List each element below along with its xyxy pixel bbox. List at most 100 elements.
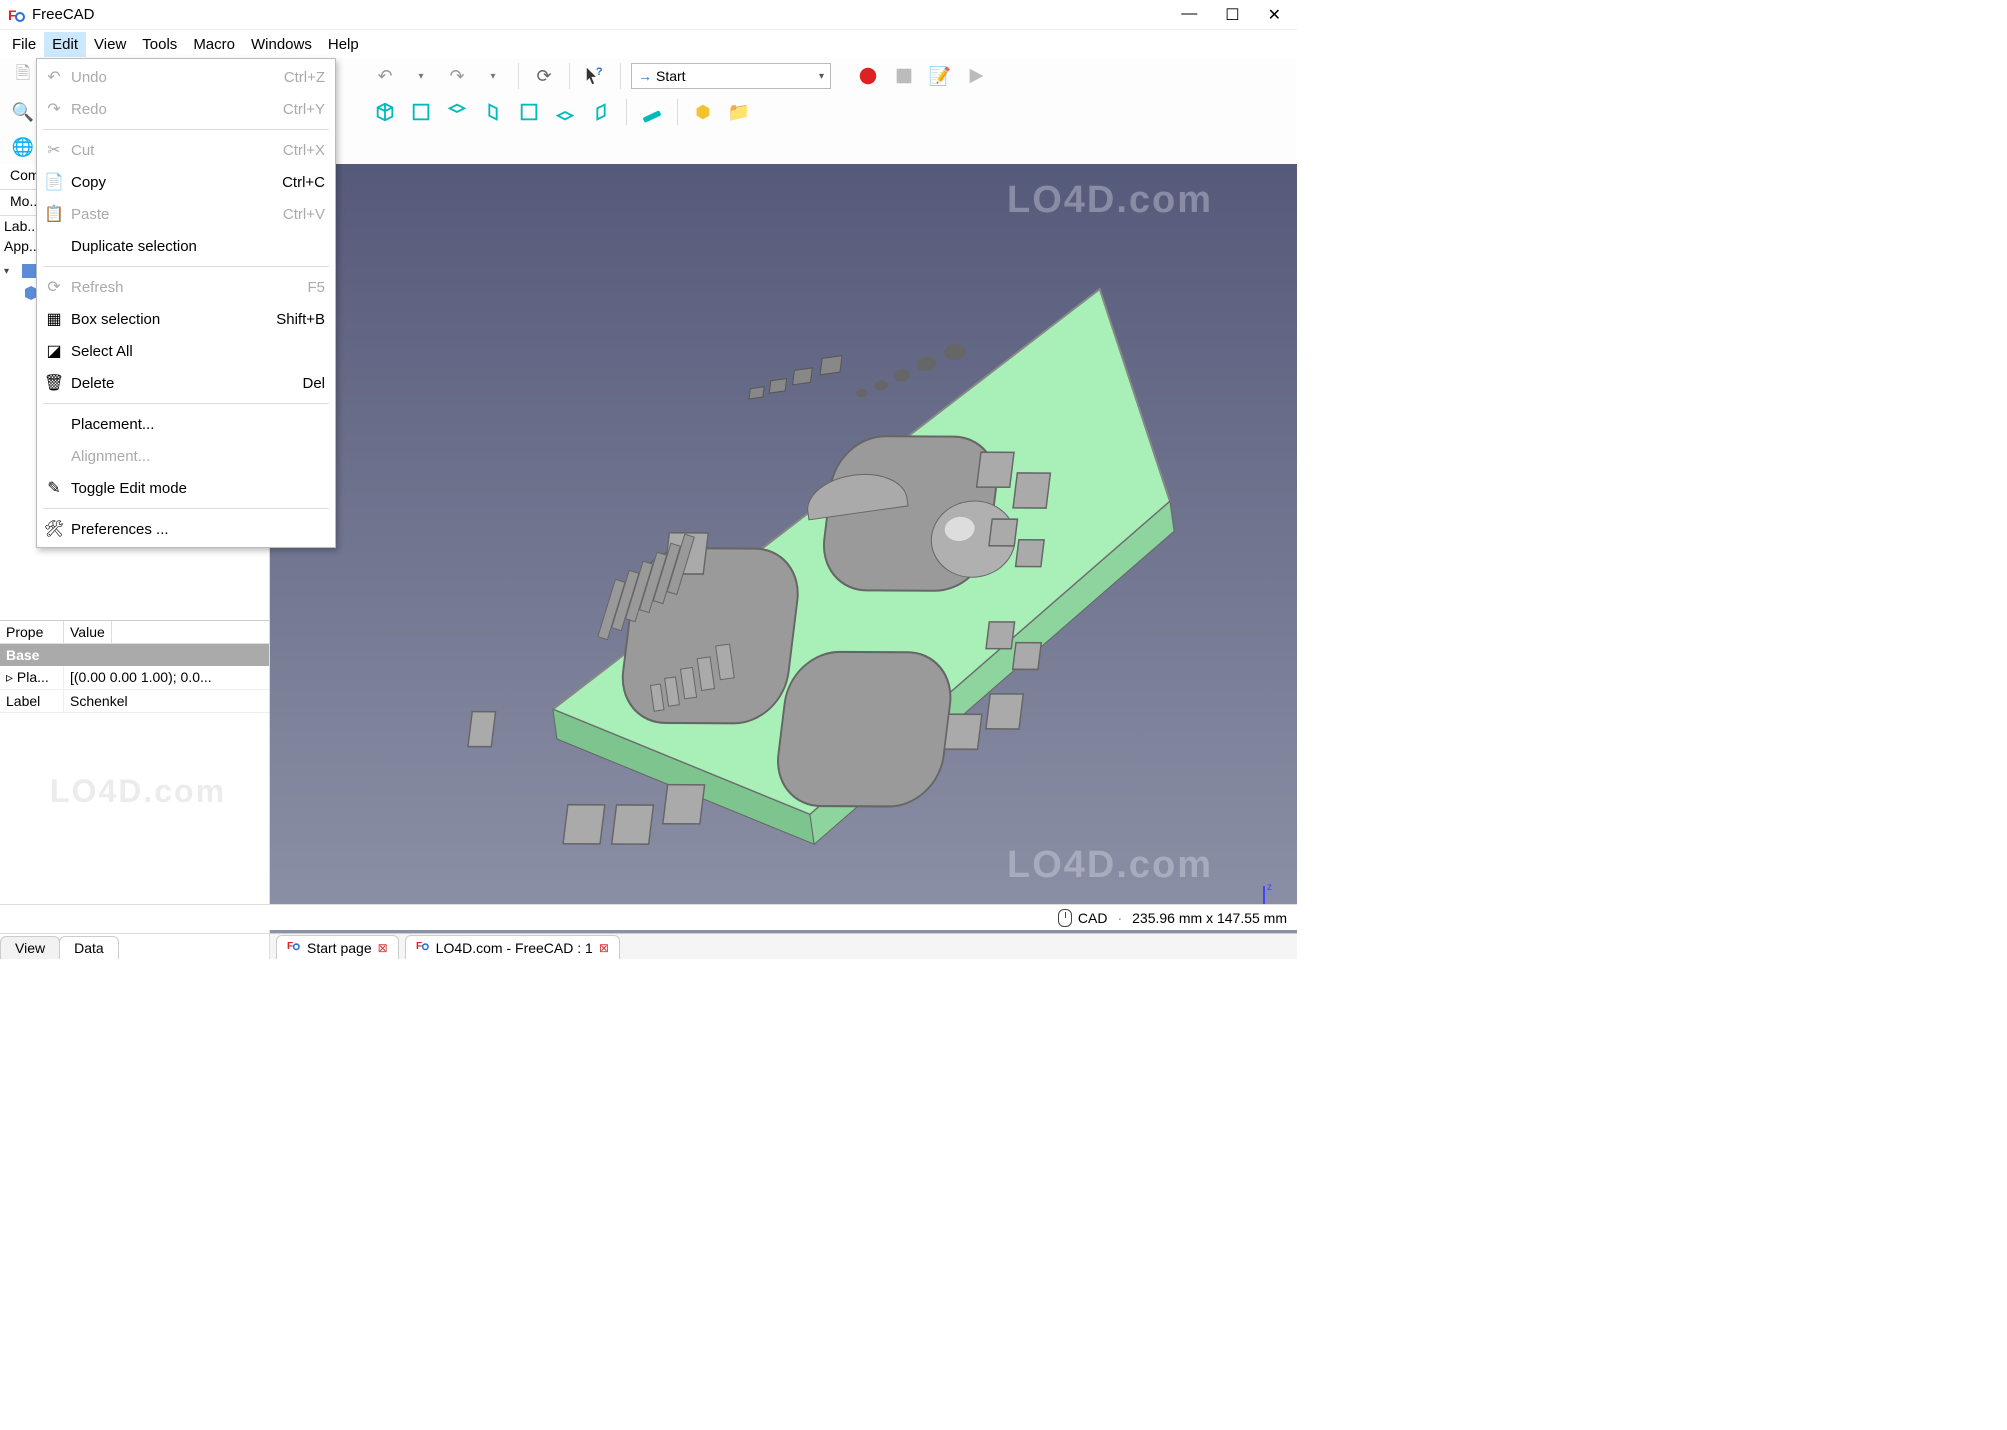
menu-item-box-selection[interactable]: ▦Box selectionShift+B	[37, 303, 335, 335]
view-front-icon[interactable]	[406, 97, 436, 127]
menu-separator	[43, 508, 329, 509]
menu-view[interactable]: View	[86, 32, 134, 57]
expand-icon[interactable]: ▹	[6, 669, 13, 685]
web-icon[interactable]: 🌐	[8, 132, 38, 162]
tree-caret-icon[interactable]: ▾	[4, 266, 16, 277]
property-row-placement[interactable]: ▹ Pla... [(0.00 0.00 1.00); 0.0...	[0, 666, 269, 690]
measure-icon[interactable]	[637, 97, 667, 127]
record-macro-icon[interactable]	[853, 61, 883, 91]
menu-item-select-all[interactable]: ◪ Select All	[37, 335, 335, 367]
watermark: LO4D.com	[1007, 174, 1267, 234]
undo-icon[interactable]: ↶	[370, 61, 400, 91]
menu-macro[interactable]: Macro	[185, 32, 243, 57]
menu-item-delete[interactable]: 🗑DeleteDel	[37, 367, 335, 399]
menu-item-preferences[interactable]: 🛠Preferences ...	[37, 513, 335, 545]
view-rear-icon[interactable]	[514, 97, 544, 127]
property-tab-view[interactable]: View	[0, 936, 60, 959]
menu-item-label: Duplicate selection	[71, 238, 197, 255]
undo-dropdown-icon[interactable]: ▾	[406, 61, 436, 91]
menu-item-label: Cut	[71, 142, 94, 159]
view-bottom-icon[interactable]	[550, 97, 580, 127]
menu-item-icon	[43, 445, 65, 467]
view-top-icon[interactable]	[442, 97, 472, 127]
menu-tools[interactable]: Tools	[134, 32, 185, 57]
menu-windows[interactable]: Windows	[243, 32, 320, 57]
menu-item-copy[interactable]: 📄CopyCtrl+C	[37, 166, 335, 198]
menu-separator	[43, 403, 329, 404]
menu-item-shortcut: Ctrl+V	[283, 206, 325, 223]
menu-item-label: Placement...	[71, 416, 154, 433]
3d-model	[375, 195, 1274, 927]
menu-item-icon: ◪	[43, 340, 65, 362]
menu-item-shortcut: Ctrl+X	[283, 142, 325, 159]
menu-help[interactable]: Help	[320, 32, 367, 57]
menu-item-icon: ↷	[43, 98, 65, 120]
edit-macro-icon[interactable]: 📝	[925, 61, 955, 91]
document-tab-label: LO4D.com - FreeCAD : 1	[436, 940, 593, 956]
workbench-label: Start	[656, 68, 686, 84]
property-header: Prope Value	[0, 621, 269, 644]
property-grid: Prope Value Base ▹ Pla... [(0.00 0.00 1.…	[0, 620, 269, 933]
property-tabs: View Data	[0, 933, 269, 959]
document-tabs: FStart page⊠FLO4D.com - FreeCAD : 1⊠	[270, 933, 1297, 959]
app-logo-icon: F	[416, 939, 430, 956]
edit-menu-dropdown: ↶UndoCtrl+Z↷RedoCtrl+Y✂CutCtrl+X📄CopyCtr…	[36, 58, 336, 548]
close-icon[interactable]: ⊠	[599, 941, 609, 955]
menu-item-shortcut: Ctrl+Z	[284, 69, 325, 86]
svg-text:LO4D.com: LO4D.com	[1007, 179, 1213, 221]
minimize-button[interactable]: —	[1181, 5, 1197, 25]
property-tab-data[interactable]: Data	[59, 936, 119, 959]
view-iso-icon[interactable]	[370, 97, 400, 127]
document-tab[interactable]: F LO4D.com - FreeCAD : 1 ⊠	[405, 935, 620, 959]
statusbar: CAD · 235.96 mm x 147.55 mm	[0, 904, 1297, 930]
titlebar: F FreeCAD — ☐ ✕	[0, 0, 1297, 30]
menu-item-icon: 🗑	[43, 372, 65, 394]
arrow-right-icon: →	[638, 68, 652, 84]
view-left-icon[interactable]	[586, 97, 616, 127]
menubar: FileEditViewToolsMacroWindowsHelp	[0, 30, 1297, 58]
redo-dropdown-icon[interactable]: ▾	[478, 61, 508, 91]
menu-item-label: Redo	[71, 101, 107, 118]
refresh-icon[interactable]: ⟳	[529, 61, 559, 91]
document-tab[interactable]: FStart page⊠	[276, 935, 399, 959]
menu-separator	[43, 266, 329, 267]
mouse-nav-icon[interactable]	[1058, 909, 1072, 927]
menu-item-icon	[43, 413, 65, 435]
svg-text:LO4D.com: LO4D.com	[1007, 844, 1213, 886]
menu-item-alignment: Alignment...	[37, 440, 335, 472]
new-file-icon[interactable]: 🗎	[8, 61, 38, 91]
property-row-label[interactable]: Label Schenkel	[0, 690, 269, 713]
menu-item-label: Copy	[71, 174, 106, 191]
folder-icon[interactable]: 📁	[724, 97, 754, 127]
nav-mode[interactable]: CAD	[1078, 910, 1108, 926]
window-title: FreeCAD	[32, 6, 95, 23]
app-logo-icon: F	[287, 939, 301, 956]
menu-item-redo: ↷RedoCtrl+Y	[37, 93, 335, 125]
whats-this-icon[interactable]: ?	[580, 61, 610, 91]
maximize-button[interactable]: ☐	[1225, 5, 1239, 25]
workbench-selector[interactable]: → Start ▾	[631, 63, 831, 89]
part-icon[interactable]	[688, 97, 718, 127]
menu-item-toggle-edit-mode[interactable]: ✎Toggle Edit mode	[37, 472, 335, 504]
redo-icon[interactable]: ↷	[442, 61, 472, 91]
run-macro-icon[interactable]	[961, 61, 991, 91]
prop-col-value: Value	[64, 621, 112, 643]
menu-item-label: Box selection	[71, 311, 160, 328]
menu-item-label: Alignment...	[71, 448, 150, 465]
menu-item-placement[interactable]: Placement...	[37, 408, 335, 440]
view-right-icon[interactable]	[478, 97, 508, 127]
menu-item-duplicate-selection[interactable]: Duplicate selection	[37, 230, 335, 262]
menu-item-label: Select All	[71, 343, 133, 360]
zoom-fit-icon[interactable]: 🔍	[8, 97, 38, 127]
app-logo-icon: F	[8, 6, 26, 24]
svg-text:z: z	[1267, 882, 1272, 893]
menu-edit[interactable]: Edit	[44, 32, 86, 57]
menu-file[interactable]: File	[4, 32, 44, 57]
3d-viewport[interactable]: LO4D.com LO4D.com	[270, 164, 1297, 959]
menu-item-shortcut: Ctrl+C	[282, 174, 325, 191]
stop-macro-icon[interactable]	[889, 61, 919, 91]
menu-item-icon: 🛠	[43, 518, 65, 540]
close-button[interactable]: ✕	[1268, 5, 1281, 25]
close-icon[interactable]: ⊠	[378, 941, 388, 955]
menu-item-icon: 📋	[43, 203, 65, 225]
